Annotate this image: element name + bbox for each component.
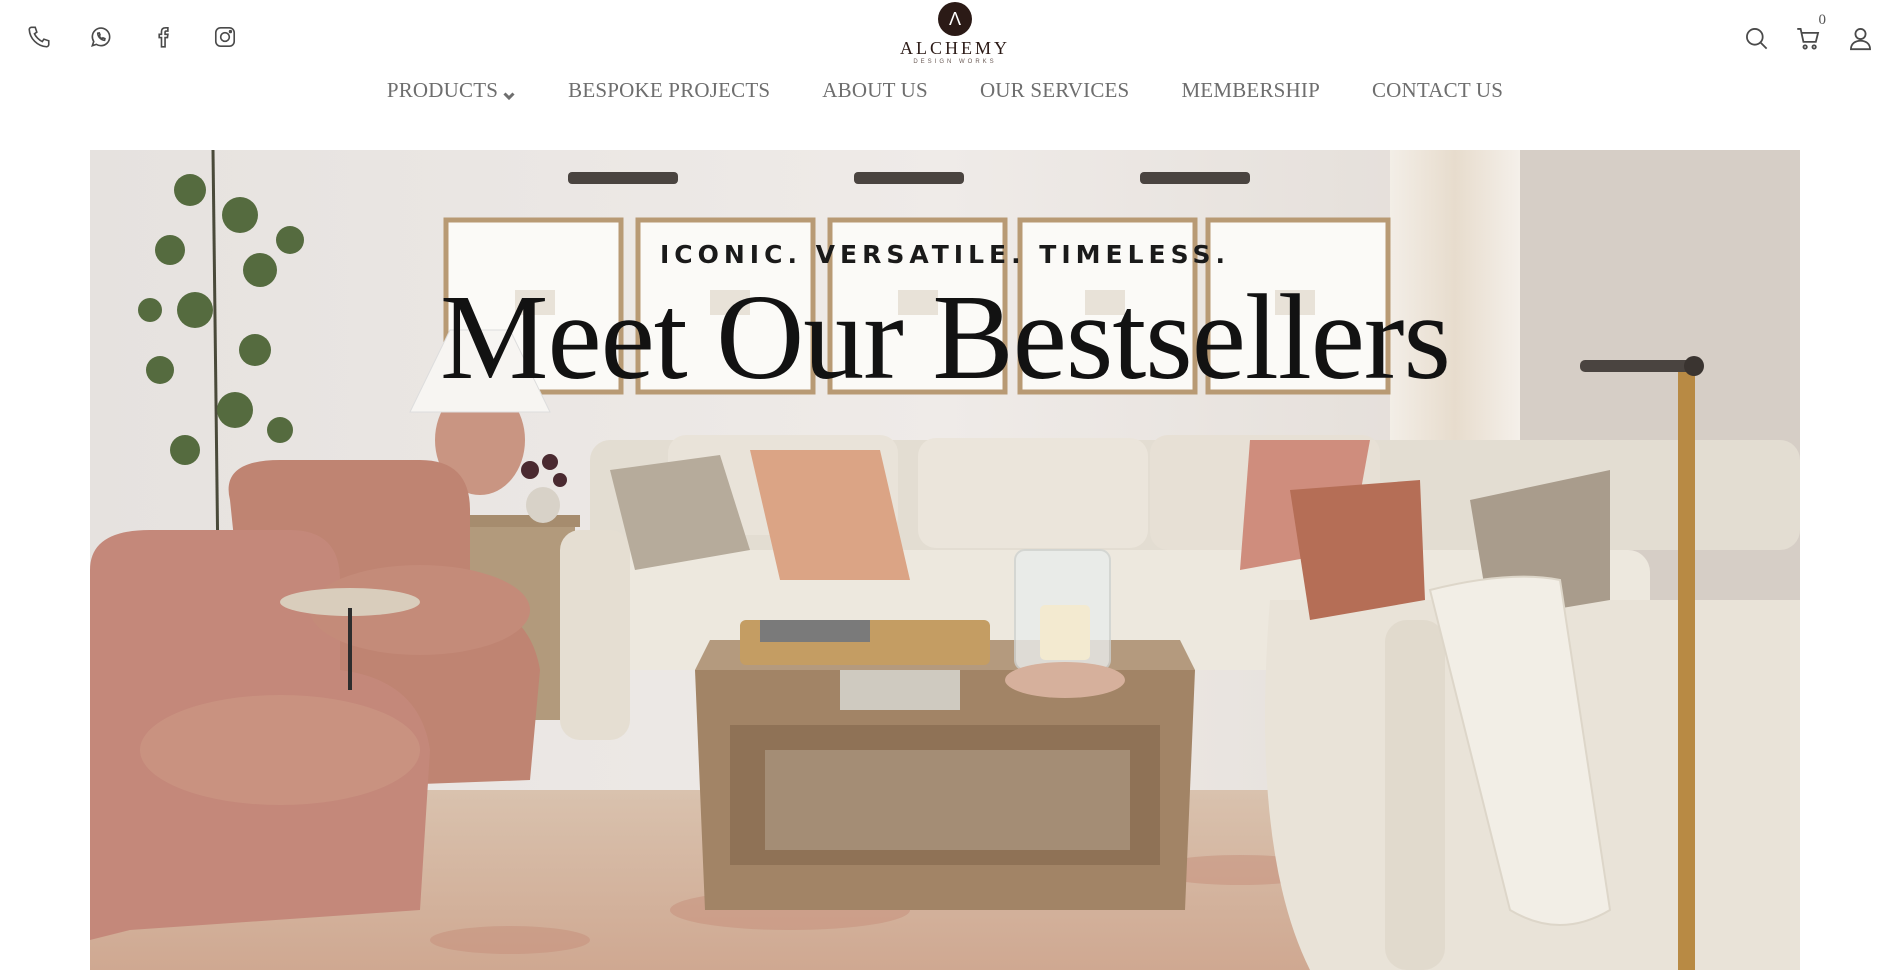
nav-item-our-services[interactable]: OUR SERVICES: [980, 78, 1130, 103]
logo-subtitle: DESIGN WORKS: [913, 59, 997, 65]
brand-logo[interactable]: Λ ALCHEMY DESIGN WORKS: [895, 0, 1015, 70]
instagram-icon[interactable]: [210, 22, 240, 52]
main-nav: PRODUCTS BESPOKE PROJECTS ABOUT US OUR S…: [0, 78, 1890, 103]
nav-item-membership[interactable]: MEMBERSHIP: [1181, 78, 1320, 103]
cart-icon[interactable]: 0: [1792, 12, 1826, 54]
nav-item-products[interactable]: PRODUCTS: [387, 78, 516, 103]
logo-mark-icon: Λ: [938, 2, 972, 36]
nav-item-label: BESPOKE PROJECTS: [568, 78, 771, 102]
wall-sconces: [568, 172, 1250, 184]
logo-name: ALCHEMY: [900, 38, 1010, 58]
page: Λ ALCHEMY DESIGN WORKS 0 PRODUCTS BESPOK…: [0, 0, 1890, 970]
nav-item-contact-us[interactable]: CONTACT US: [1372, 78, 1503, 103]
nav-item-label: MEMBERSHIP: [1181, 78, 1320, 102]
nav-item-label: ABOUT US: [822, 78, 928, 102]
phone-icon[interactable]: [24, 22, 54, 52]
nav-item-about-us[interactable]: ABOUT US: [822, 78, 928, 103]
whatsapp-icon[interactable]: [86, 22, 116, 52]
nav-item-label: OUR SERVICES: [979, 78, 1130, 102]
logo-mark-glyph: Λ: [948, 9, 962, 29]
chevron-down-icon: [502, 84, 516, 100]
hero-banner[interactable]: ICONIC. VERSATILE. TIMELESS. Meet Our Be…: [90, 150, 1800, 970]
user-icon[interactable]: [1844, 22, 1876, 54]
utility-icons: 0: [1740, 12, 1876, 54]
social-links: [24, 22, 240, 52]
nav-item-label: CONTACT US: [1371, 78, 1504, 102]
hero-eyebrow: ICONIC. VERSATILE. TIMELESS.: [659, 240, 1231, 269]
hero-title: Meet Our Bestsellers: [440, 270, 1451, 405]
site-header: Λ ALCHEMY DESIGN WORKS 0 PRODUCTS BESPOK…: [0, 0, 1890, 140]
facebook-icon[interactable]: [148, 22, 178, 52]
nav-item-label: PRODUCTS: [386, 78, 499, 102]
cart-count-badge: 0: [1818, 12, 1827, 28]
nav-item-bespoke-projects[interactable]: BESPOKE PROJECTS: [568, 78, 770, 103]
search-icon[interactable]: [1740, 22, 1772, 54]
